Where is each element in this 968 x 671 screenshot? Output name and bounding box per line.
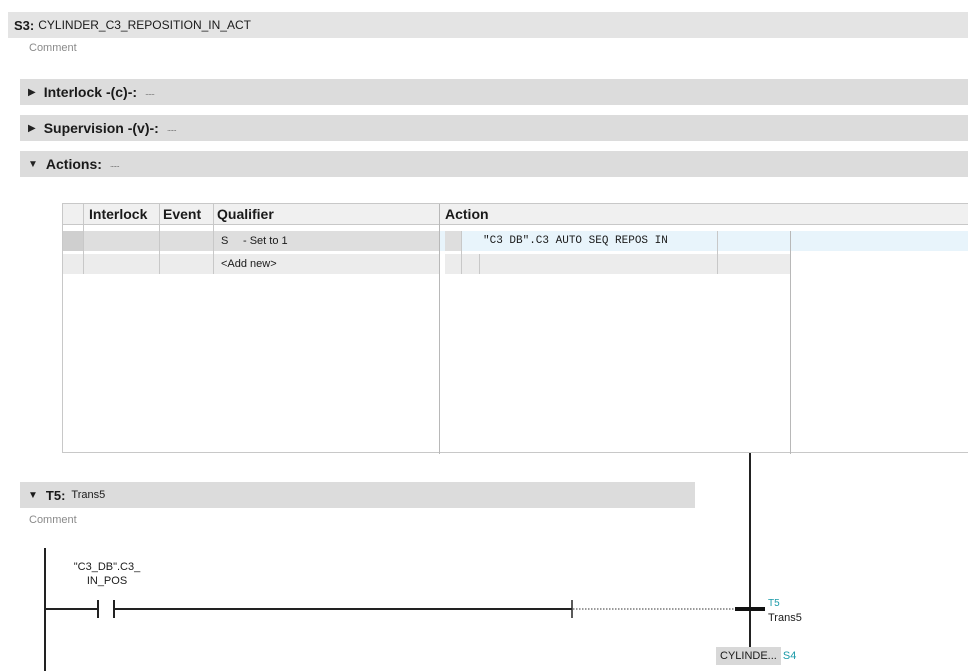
action-row-selector[interactable]: [445, 231, 461, 251]
col-separator: [213, 204, 214, 274]
transition-tag[interactable]: T5: [768, 598, 780, 609]
next-step-label: CYLINDE...: [716, 647, 781, 665]
next-step-number: S4: [782, 650, 797, 662]
action-value[interactable]: "C3 DB".C3 AUTO SEQ REPOS IN: [483, 231, 668, 251]
col-action-header[interactable]: Action: [445, 204, 489, 224]
qualifier-code[interactable]: S: [221, 231, 228, 251]
ladder-rung: [45, 600, 765, 618]
supervision-label: Supervision -(v)-:: [43, 120, 159, 136]
actions-table: Interlock Event Qualifier Action S - Set…: [62, 203, 968, 454]
supervision-section[interactable]: ▶ Supervision -(v)-: ......: [20, 115, 968, 141]
col-separator: [461, 231, 462, 274]
col-separator: [159, 204, 160, 274]
transition-comment[interactable]: Comment: [29, 514, 77, 526]
step-header[interactable]: S3: CYLINDER_C3_REPOSITION_IN_ACT: [8, 12, 968, 38]
expand-right-icon[interactable]: ▶: [28, 123, 36, 134]
col-qualifier-header[interactable]: Qualifier: [217, 204, 274, 224]
contact-operand-line1: "C3_DB".C3_: [73, 561, 141, 573]
step-comment[interactable]: Comment: [29, 42, 77, 54]
interlock-section[interactable]: ▶ Interlock -(c)-: ......: [20, 79, 968, 105]
transition-name: Trans5: [71, 489, 106, 501]
next-step-box[interactable]: CYLINDE... S4: [716, 646, 796, 666]
col-separator: [790, 231, 791, 454]
transition-tag-name: Trans5: [768, 612, 802, 624]
add-new-link[interactable]: <Add new>: [221, 254, 277, 274]
qualifier-description[interactable]: - Set to 1: [243, 231, 288, 251]
contact-operand[interactable]: "C3_DB".C3_ IN_POS: [62, 560, 152, 588]
contact-operand-line2: IN_POS: [86, 575, 128, 587]
expand-right-icon[interactable]: ▶: [28, 87, 36, 98]
collapse-down-icon[interactable]: ▼: [28, 490, 38, 501]
col-separator: [717, 231, 718, 274]
col-separator: [83, 204, 84, 274]
actions-dots: ......: [109, 159, 120, 169]
col-separator: [479, 254, 480, 274]
actions-label: Actions:: [45, 156, 102, 172]
add-new-action-cell[interactable]: [445, 254, 790, 274]
col-event-header[interactable]: Event: [163, 204, 201, 224]
transition-header[interactable]: ▼ T5: Trans5: [20, 482, 695, 508]
interlock-dots: ......: [145, 87, 155, 97]
col-interlock-header[interactable]: Interlock: [89, 204, 147, 224]
actions-section[interactable]: ▼ Actions: ......: [20, 151, 968, 177]
row-selector[interactable]: [63, 231, 83, 251]
step-name: CYLINDER_C3_REPOSITION_IN_ACT: [38, 18, 251, 32]
collapse-down-icon[interactable]: ▼: [28, 159, 38, 170]
transition-number: T5:: [45, 487, 66, 503]
col-separator: [439, 204, 440, 454]
supervision-dots: ......: [166, 123, 177, 133]
step-number: S3:: [14, 17, 35, 33]
interlock-label: Interlock -(c)-:: [43, 84, 138, 100]
